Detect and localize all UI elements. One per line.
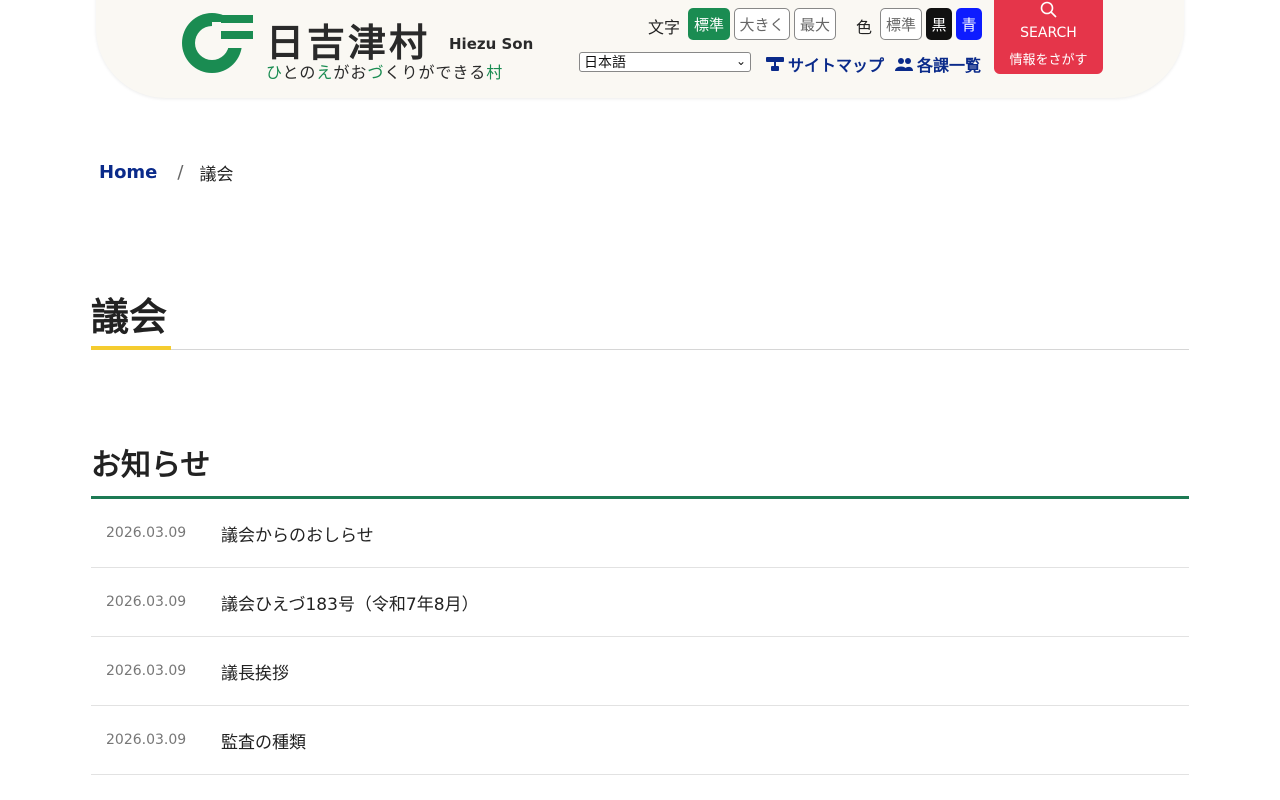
sitemap-label: サイトマップ: [788, 56, 885, 75]
breadcrumb-current: 議会: [199, 165, 234, 185]
list-item[interactable]: 2026.03.09 議長挨拶: [91, 637, 1189, 706]
search-button[interactable]: SEARCH 情報をさがす: [994, 0, 1103, 74]
news-date: 2026.03.09: [106, 663, 187, 679]
title-accent-bar: [91, 346, 171, 350]
chevron-down-icon: ⌄: [735, 54, 746, 68]
language-select-value: 日本語: [584, 55, 626, 71]
breadcrumb: Home / 議会: [99, 160, 233, 185]
color-black-button[interactable]: 黒: [926, 8, 952, 40]
list-item[interactable]: 2026.03.09 議会からのおしらせ: [91, 499, 1189, 568]
sitemap-link[interactable]: サイトマップ: [766, 52, 884, 76]
logo-english: Hiezu Son: [449, 35, 534, 53]
news-list: 2026.03.09 議会からのおしらせ 2026.03.09 議会ひえづ183…: [91, 499, 1189, 775]
news-title[interactable]: 議会からのおしらせ: [221, 521, 374, 546]
departments-label: 各課一覧: [917, 56, 982, 75]
sitemap-icon: [766, 57, 784, 71]
list-item[interactable]: 2026.03.09 監査の種類: [91, 706, 1189, 775]
list-item[interactable]: 2026.03.09 議会ひえづ183号（令和7年8月）: [91, 568, 1189, 637]
color-standard-button[interactable]: 標準: [880, 8, 922, 40]
language-select[interactable]: 日本語 ⌄: [579, 52, 751, 72]
font-size-standard-button[interactable]: 標準: [688, 8, 730, 40]
news-title[interactable]: 監査の種類: [221, 728, 306, 753]
news-title[interactable]: 議長挨拶: [221, 659, 289, 684]
village-logo-icon[interactable]: [181, 12, 253, 74]
font-size-label: 文字: [648, 18, 681, 37]
users-icon: [895, 58, 913, 71]
title-divider: [91, 349, 1189, 350]
news-date: 2026.03.09: [106, 732, 187, 748]
color-label: 色: [856, 18, 873, 37]
search-icon: [1040, 1, 1057, 18]
logo-tagline: ひとのえがおづくりができる村: [266, 63, 504, 82]
breadcrumb-separator: /: [177, 162, 184, 183]
news-title[interactable]: 議会ひえづ183号（令和7年8月）: [221, 590, 479, 615]
departments-link[interactable]: 各課一覧: [895, 52, 981, 76]
color-blue-button[interactable]: 青: [956, 8, 982, 40]
news-date: 2026.03.09: [106, 594, 187, 610]
news-section-title: お知らせ: [91, 448, 211, 483]
page-title: 議会: [91, 295, 168, 339]
font-size-max-button[interactable]: 最大: [794, 8, 836, 40]
font-size-large-button[interactable]: 大きく: [734, 8, 790, 40]
news-date: 2026.03.09: [106, 525, 187, 541]
search-sublabel: 情報をさがす: [1009, 53, 1088, 68]
breadcrumb-home-link[interactable]: Home: [99, 162, 157, 183]
search-label: SEARCH: [1020, 25, 1077, 41]
